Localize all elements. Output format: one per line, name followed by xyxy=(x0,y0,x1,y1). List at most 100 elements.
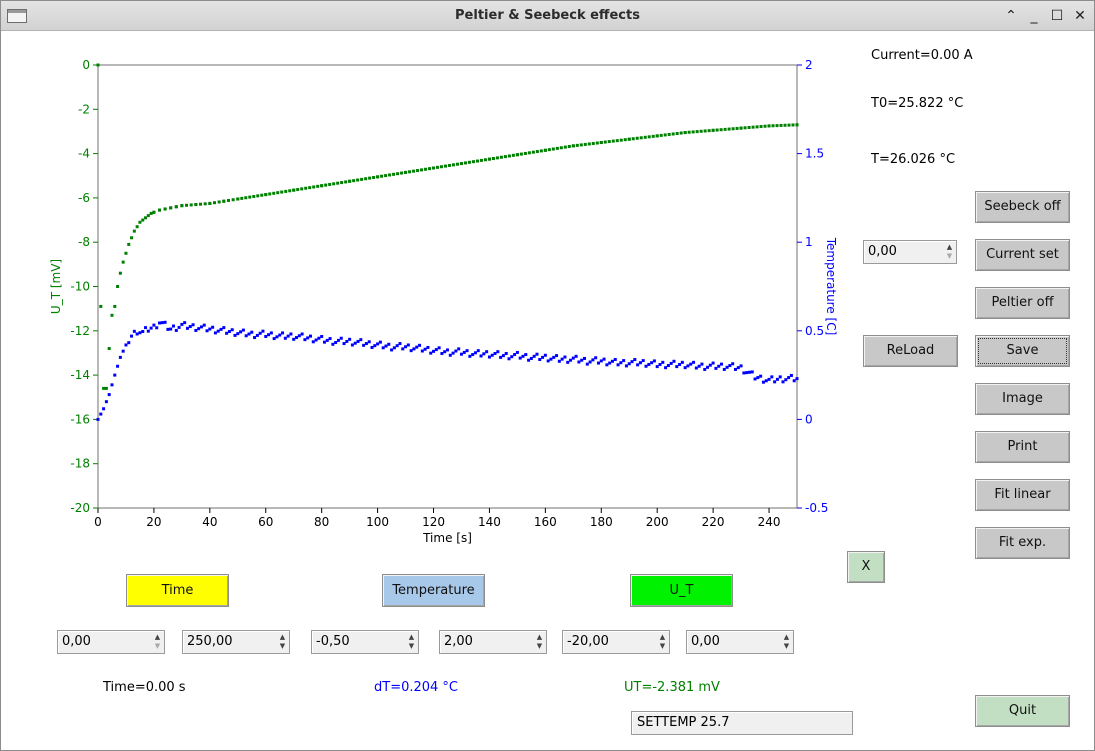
ut-data-point xyxy=(603,140,607,144)
y2-tick-label: 0 xyxy=(805,412,813,426)
fit-linear-button[interactable]: Fit linear xyxy=(975,479,1070,511)
spin-arrows-icon[interactable]: ▲ ▼ xyxy=(407,633,416,651)
temperature-data-point xyxy=(641,359,645,363)
ut-min-spinbox[interactable]: -20,00 ▲ ▼ xyxy=(562,630,670,654)
temperature-data-point xyxy=(331,342,335,346)
temperature-data-point xyxy=(171,324,175,328)
ut-data-point xyxy=(591,141,595,145)
spin-arrows-icon[interactable]: ▲ ▼ xyxy=(945,243,954,261)
temperature-data-point xyxy=(680,360,684,364)
temperature-data-point xyxy=(434,348,438,352)
minimize-icon[interactable]: _ xyxy=(1024,6,1044,26)
temperature-data-point xyxy=(183,321,187,325)
fit-exp-button[interactable]: Fit exp. xyxy=(975,527,1070,559)
time-axis-button[interactable]: Time xyxy=(126,574,229,607)
image-button[interactable]: Image xyxy=(975,383,1070,415)
chevron-up-icon[interactable]: ⌃ xyxy=(1001,6,1021,26)
temp-max-spinbox[interactable]: 2,00 ▲ ▼ xyxy=(439,630,547,654)
temperature-data-point xyxy=(770,375,774,379)
temperature-data-point xyxy=(479,354,483,358)
temperature-data-point xyxy=(692,360,696,364)
temp-min-value[interactable]: -0,50 xyxy=(316,631,350,653)
spin-arrows-icon[interactable]: ▲ ▼ xyxy=(658,633,667,651)
temperature-data-point xyxy=(233,333,237,337)
ut-data-point xyxy=(288,189,292,193)
ut-data-point xyxy=(707,129,711,133)
ut-max-value[interactable]: 0,00 xyxy=(691,631,720,653)
temperature-data-point xyxy=(345,339,349,343)
temp-max-value[interactable]: 2,00 xyxy=(444,631,473,653)
temperature-data-point xyxy=(325,338,329,342)
save-button[interactable]: Save xyxy=(975,335,1070,367)
spin-arrows-icon[interactable]: ▲ ▼ xyxy=(535,633,544,651)
temperature-data-point xyxy=(144,326,148,330)
temperature-data-point xyxy=(490,353,494,357)
ut-data-point xyxy=(491,157,495,161)
temperature-data-point xyxy=(714,366,718,370)
temperature-data-point xyxy=(367,340,371,344)
ut-data-point xyxy=(607,140,611,144)
ut-max-spinbox[interactable]: 0,00 ▲ ▼ xyxy=(686,630,794,654)
temperature-data-point xyxy=(236,332,240,336)
print-button[interactable]: Print xyxy=(975,431,1070,463)
ut-data-point xyxy=(519,152,523,156)
temperature-data-point xyxy=(499,355,503,359)
ut-data-point xyxy=(571,144,575,148)
temperature-data-point xyxy=(747,370,751,374)
ut-data-point xyxy=(655,134,659,138)
temperature-axis-button[interactable]: Temperature xyxy=(382,574,485,607)
ut-data-point xyxy=(579,143,583,147)
time-max-value[interactable]: 250,00 xyxy=(187,631,233,653)
x-axis-title: Time [s] xyxy=(422,531,472,545)
current-set-button[interactable]: Current set xyxy=(975,239,1070,271)
current-spinbox[interactable]: 0,00 ▲ ▼ xyxy=(863,240,957,264)
ut-data-point xyxy=(104,386,108,390)
seebeck-off-button[interactable]: Seebeck off xyxy=(975,191,1070,223)
temp-min-spinbox[interactable]: -0,50 ▲ ▼ xyxy=(311,630,419,654)
temperature-data-point xyxy=(390,348,394,352)
x-button[interactable]: X xyxy=(847,551,885,583)
reload-button[interactable]: ReLoad xyxy=(863,335,958,367)
time-max-spinbox[interactable]: 250,00 ▲ ▼ xyxy=(182,630,290,654)
temperature-data-point xyxy=(146,329,150,333)
ut-data-point xyxy=(300,187,304,191)
ut-min-value[interactable]: -20,00 xyxy=(567,631,609,653)
close-icon[interactable]: ✕ xyxy=(1070,6,1090,26)
temperature-data-point xyxy=(281,331,285,335)
title-bar[interactable]: Peltier & Seebeck effects ⌃ _ ☐ ✕ xyxy=(1,1,1094,31)
ut-data-point xyxy=(647,135,651,139)
y2-tick-label: 1 xyxy=(805,235,813,249)
ut-data-point xyxy=(743,126,747,130)
peltier-off-button[interactable]: Peltier off xyxy=(975,287,1070,319)
temperature-data-point xyxy=(328,337,332,341)
ut-data-point xyxy=(587,142,591,146)
quit-button[interactable]: Quit xyxy=(975,695,1070,727)
ut-data-point xyxy=(256,194,260,198)
maximize-icon[interactable]: ☐ xyxy=(1047,6,1067,26)
ut-axis-button[interactable]: U_T xyxy=(630,574,733,607)
temperature-data-point xyxy=(543,353,547,357)
ut-readout: UT=-2.381 mV xyxy=(624,680,720,695)
ut-data-point xyxy=(336,181,340,185)
spin-arrows-icon[interactable]: ▲ ▼ xyxy=(278,633,287,651)
current-value[interactable]: 0,00 xyxy=(868,241,897,263)
y2-tick-label: 0.5 xyxy=(805,324,824,338)
temperature-data-point xyxy=(459,352,463,356)
spin-arrows-icon[interactable]: ▲ ▼ xyxy=(782,633,791,651)
temperature-data-point xyxy=(258,331,262,335)
spin-arrows-icon[interactable]: ▲ ▼ xyxy=(153,633,162,651)
time-min-value[interactable]: 0,00 xyxy=(62,631,91,653)
ut-data-point xyxy=(135,225,139,229)
time-min-spinbox[interactable]: 0,00 ▲ ▼ xyxy=(57,630,165,654)
temperature-data-point xyxy=(278,333,282,337)
ut-data-point xyxy=(416,169,420,173)
ut-data-point xyxy=(356,178,360,182)
ut-data-point xyxy=(775,124,779,128)
temperature-data-point xyxy=(638,361,642,365)
temperature-data-point xyxy=(437,346,441,350)
command-input[interactable]: SETTEMP 25.7 xyxy=(631,711,853,735)
temperature-data-point xyxy=(124,343,128,347)
ut-data-point xyxy=(507,154,511,158)
temperature-data-point xyxy=(473,351,477,355)
temperature-data-point xyxy=(303,338,307,342)
